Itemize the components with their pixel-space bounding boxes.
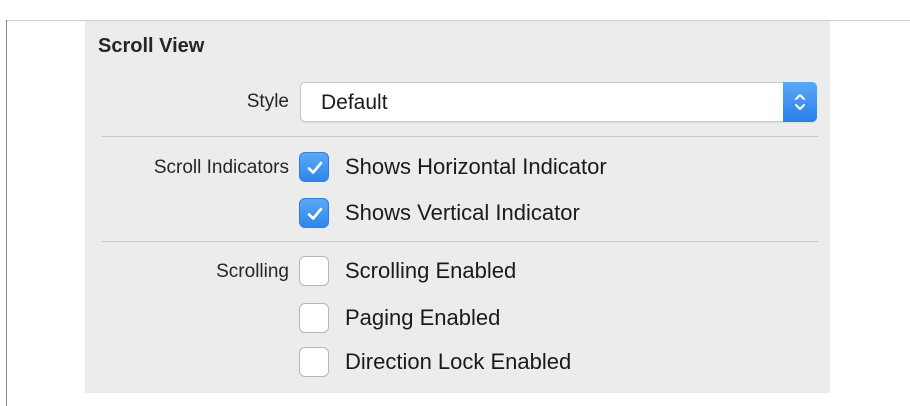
checkbox-checked[interactable] (299, 152, 329, 182)
shows-vertical-indicator-label: Shows Vertical Indicator (345, 200, 580, 225)
style-selected-value: Default (321, 91, 388, 114)
checkbox-unchecked[interactable] (299, 303, 329, 333)
scroll-view-inspector-panel: Scroll View Style Default Scroll Indicat… (85, 21, 830, 393)
scrolling-label: Scrolling (216, 261, 289, 282)
divider (102, 241, 818, 242)
style-popup-button[interactable]: Default (300, 82, 817, 122)
divider (102, 136, 818, 137)
checkbox-unchecked[interactable] (299, 256, 329, 286)
direction-lock-enabled-label: Direction Lock Enabled (345, 349, 572, 374)
checkbox-unchecked[interactable] (299, 347, 329, 377)
section-title: Scroll View (98, 35, 205, 57)
scrolling-enabled-label: Scrolling Enabled (345, 258, 517, 283)
style-label: Style (246, 91, 289, 112)
scroll-indicators-label: Scroll Indicators (153, 157, 289, 178)
shows-horizontal-indicator-label: Shows Horizontal Indicator (345, 154, 607, 179)
checkmark-icon (307, 207, 323, 220)
checkbox-checked[interactable] (299, 198, 329, 228)
paging-enabled-label: Paging Enabled (345, 305, 501, 330)
up-down-chevron-icon[interactable] (783, 82, 817, 122)
checkmark-icon (307, 161, 323, 174)
frame-left-border (6, 20, 7, 406)
